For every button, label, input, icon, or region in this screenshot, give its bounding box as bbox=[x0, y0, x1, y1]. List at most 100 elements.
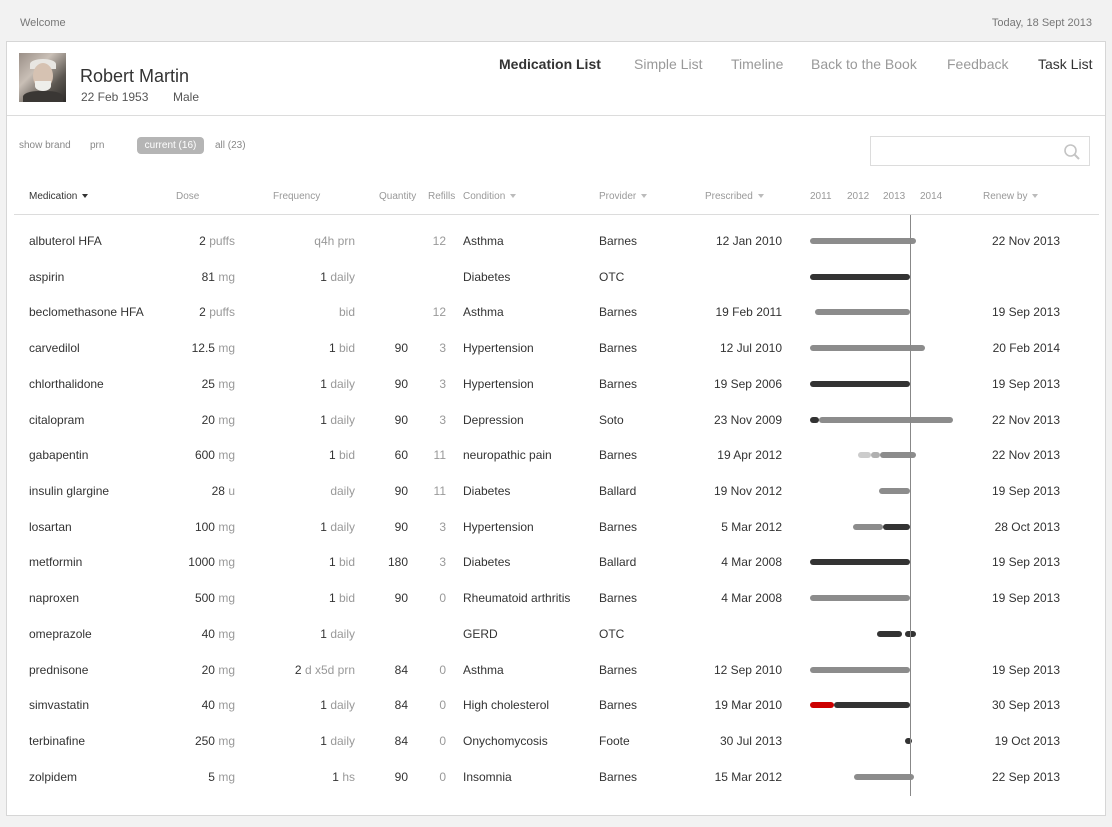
table-row[interactable]: naproxen 500 mg 1 bid 90 0 Rheumatoid arthrit… bbox=[7, 589, 1105, 625]
table-row[interactable]: gabapentin 600 mg 1 bid 60 11 neuropathic pai… bbox=[7, 446, 1105, 482]
medication-name[interactable]: insulin glargine bbox=[29, 482, 109, 500]
renew-by-date: 19 Sep 2013 bbox=[991, 662, 1060, 677]
provider: Barnes bbox=[599, 376, 638, 391]
table-row[interactable]: terbinafine 250 mg 1 daily 84 0 Onychomycosis… bbox=[7, 732, 1105, 768]
medication-name[interactable]: aspirin bbox=[29, 268, 64, 286]
col-renew-by[interactable]: Renew by bbox=[983, 191, 1039, 202]
dose-value: 600 bbox=[194, 448, 215, 463]
frequency-count: 1 bbox=[328, 555, 336, 570]
medication-name[interactable]: losartan bbox=[29, 518, 72, 536]
col-medication[interactable]: Medication bbox=[29, 191, 89, 202]
frequency-schedule: d x5d prn bbox=[304, 662, 355, 677]
timeline-bar bbox=[857, 452, 872, 459]
table-row[interactable]: albuterol HFA 2 puffs q4h prn 12 Asthma Barn… bbox=[7, 232, 1105, 268]
frequency-count: 1 bbox=[320, 626, 327, 641]
tab-feedback[interactable]: Feedback bbox=[947, 56, 1008, 72]
col-condition[interactable]: Condition bbox=[463, 191, 517, 202]
medication-name[interactable]: citalopram bbox=[29, 411, 84, 429]
table-row[interactable]: prednisone 20 mg 2 d x5d prn 84 0 Asthma Barne… bbox=[7, 661, 1105, 697]
condition: Hypertension bbox=[463, 341, 534, 356]
tab-simple-list[interactable]: Simple List bbox=[634, 56, 702, 72]
medication-name[interactable]: carvedilol bbox=[29, 339, 80, 357]
table-row[interactable]: carvedilol 12.5 mg 1 bid 90 3 Hypertension Bar… bbox=[7, 339, 1105, 375]
dose-unit: u bbox=[228, 484, 235, 499]
timeline-bar bbox=[854, 773, 914, 780]
medication-name[interactable]: naproxen bbox=[29, 589, 79, 607]
timeline-bar bbox=[810, 416, 820, 423]
table-row[interactable]: zolpidem 5 mg 1 hs 90 0 Insomnia Barnes 15 Mar … bbox=[7, 768, 1105, 804]
filter-all[interactable]: all (23) bbox=[215, 140, 246, 151]
dose-value: 40 bbox=[201, 626, 215, 641]
quantity: 84 bbox=[394, 662, 408, 677]
col-prescribed[interactable]: Prescribed bbox=[705, 191, 764, 202]
dose: 20 mg bbox=[202, 411, 235, 429]
dose: 500 mg bbox=[195, 589, 235, 607]
frequency-schedule: bid bbox=[338, 555, 355, 570]
tab-timeline[interactable]: Timeline bbox=[731, 56, 783, 72]
table-row[interactable]: aspirin 81 mg 1 daily Diabetes OTC bbox=[7, 268, 1105, 304]
search-icon[interactable] bbox=[1063, 143, 1081, 161]
frequency-count: 2 bbox=[294, 662, 302, 677]
timeline-bars bbox=[7, 303, 1105, 339]
medication-name[interactable]: omeprazole bbox=[29, 625, 92, 643]
filter-show-brand[interactable]: show brand bbox=[19, 140, 71, 151]
col-provider[interactable]: Provider bbox=[599, 191, 648, 202]
tab-task-list[interactable]: Task List bbox=[1038, 56, 1092, 72]
medication-name[interactable]: prednisone bbox=[29, 661, 88, 679]
prescribed-date: 19 Apr 2012 bbox=[717, 448, 782, 463]
medication-name[interactable]: albuterol HFA bbox=[29, 232, 102, 250]
frequency-count: 1 bbox=[332, 769, 339, 784]
frequency-schedule: q4h prn bbox=[314, 234, 355, 248]
table-row[interactable]: chlorthalidone 25 mg 1 daily 90 3 Hypertensio… bbox=[7, 375, 1105, 411]
frequency-schedule: bid bbox=[338, 305, 355, 320]
welcome-text: Welcome bbox=[20, 17, 66, 29]
timeline-bar bbox=[810, 273, 910, 280]
table-row[interactable]: beclomethasone HFA 2 puffs bid 12 Asthma Bar… bbox=[7, 303, 1105, 339]
search-input[interactable] bbox=[871, 137, 1051, 165]
medication-name[interactable]: zolpidem bbox=[29, 768, 77, 786]
dose: 28 u bbox=[212, 482, 235, 500]
table-row[interactable]: citalopram 20 mg 1 daily 90 3 Depression Soto 2… bbox=[7, 411, 1105, 447]
frequency-schedule: hs bbox=[342, 769, 355, 784]
medication-name[interactable]: metformin bbox=[29, 553, 82, 571]
table-row[interactable]: losartan 100 mg 1 daily 90 3 Hypertension Barn… bbox=[7, 518, 1105, 554]
dose: 20 mg bbox=[202, 661, 235, 679]
refills: 3 bbox=[439, 555, 446, 570]
frequency: daily bbox=[330, 482, 355, 500]
medication-name[interactable]: chlorthalidone bbox=[29, 375, 104, 393]
table-row[interactable]: simvastatin 40 mg 1 daily 84 0 High cholester… bbox=[7, 696, 1105, 732]
dose-unit: mg bbox=[218, 626, 235, 641]
refills: 0 bbox=[439, 662, 446, 677]
dose-value: 250 bbox=[194, 734, 215, 749]
provider: Ballard bbox=[599, 555, 637, 570]
frequency: 1 daily bbox=[320, 411, 355, 429]
medication-name[interactable]: terbinafine bbox=[29, 732, 85, 750]
timeline-bars bbox=[7, 375, 1105, 411]
filter-current[interactable]: current (16) bbox=[137, 137, 204, 154]
frequency-count: 1 bbox=[328, 591, 336, 606]
frequency-schedule: daily bbox=[330, 626, 355, 641]
col-dose: Dose bbox=[176, 191, 200, 202]
medication-name[interactable]: gabapentin bbox=[29, 446, 88, 464]
table-row[interactable]: omeprazole 40 mg 1 daily GERD OTC bbox=[7, 625, 1105, 661]
chevron-down-icon bbox=[1032, 194, 1039, 198]
medication-name[interactable]: beclomethasone HFA bbox=[29, 303, 144, 321]
condition: High cholesterol bbox=[463, 698, 550, 713]
today-date: Today, 18 Sept 2013 bbox=[991, 17, 1092, 29]
tab-medication-list[interactable]: Medication List bbox=[499, 56, 601, 72]
dose-value: 81 bbox=[201, 269, 215, 284]
frequency-count: 1 bbox=[320, 519, 327, 534]
dose: 40 mg bbox=[202, 625, 235, 643]
frequency: 1 bid bbox=[329, 553, 355, 571]
table-row[interactable]: metformin 1000 mg 1 bid 180 3 Diabetes Ballard… bbox=[7, 553, 1105, 589]
dose-unit: mg bbox=[218, 734, 235, 749]
dose: 2 puffs bbox=[199, 303, 235, 321]
table-row[interactable]: insulin glargine 28 u daily 90 11 Diabetes Ba… bbox=[7, 482, 1105, 518]
tab-back-to-the-book[interactable]: Back to the Book bbox=[811, 56, 917, 72]
timeline-bar bbox=[834, 702, 910, 709]
medication-name[interactable]: simvastatin bbox=[29, 696, 89, 714]
frequency: 1 daily bbox=[320, 375, 355, 393]
filter-prn[interactable]: prn bbox=[90, 140, 104, 151]
refills: 3 bbox=[439, 376, 446, 391]
provider: Barnes bbox=[599, 234, 638, 248]
